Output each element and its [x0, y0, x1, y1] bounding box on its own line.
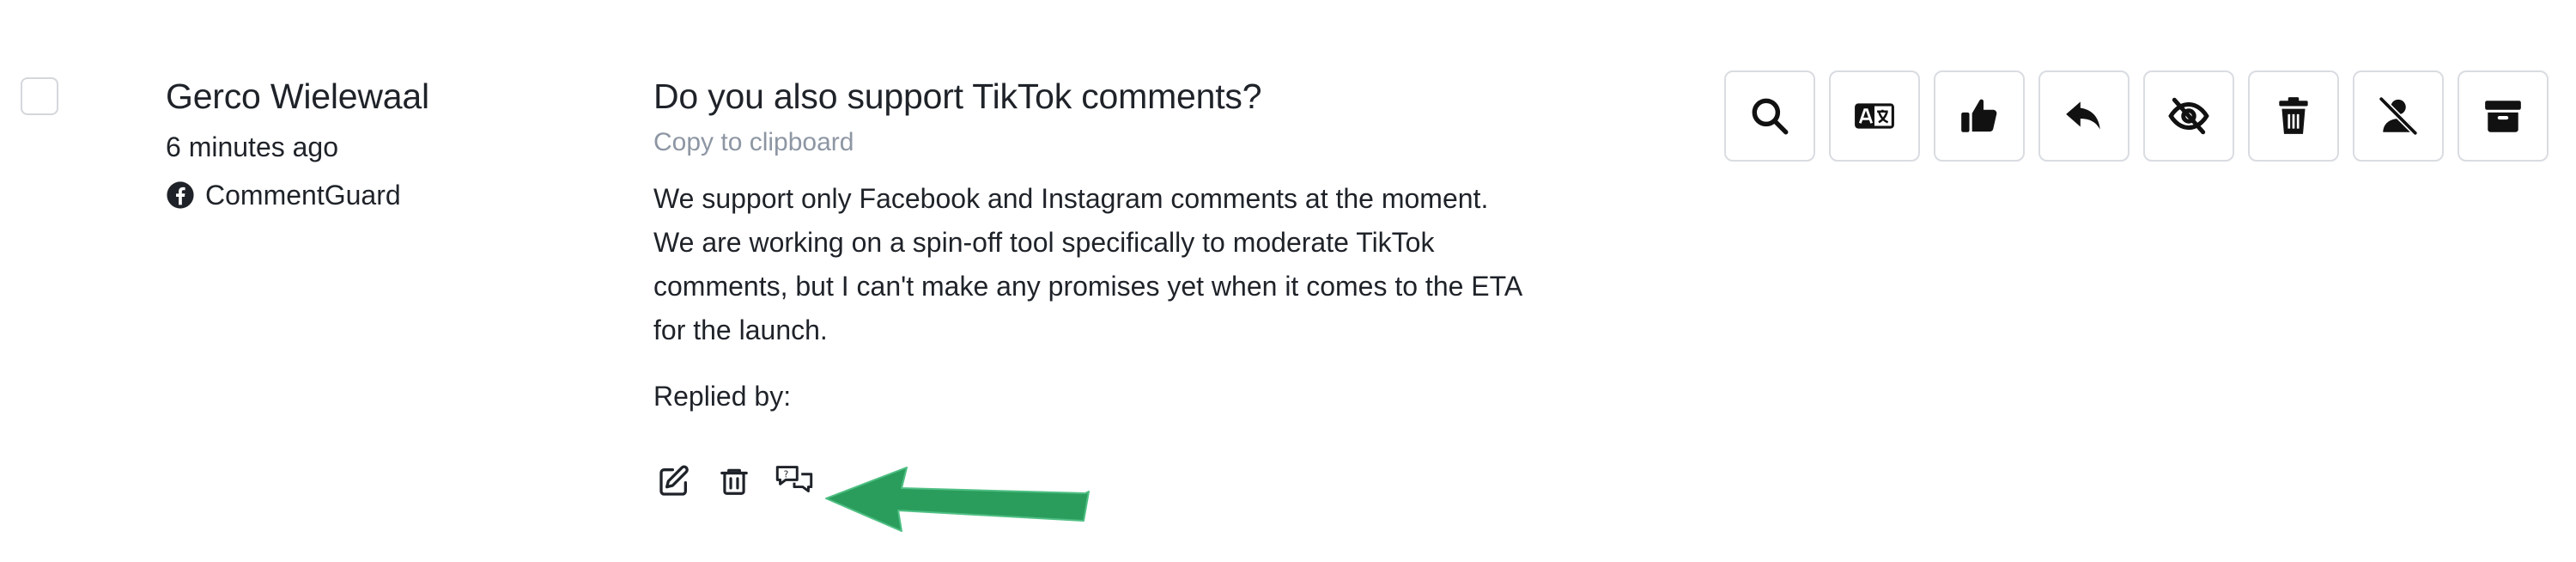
- highlight-arrow: [825, 467, 1090, 532]
- moderation-toolbar: [1724, 70, 2549, 162]
- delete-reply-button[interactable]: [714, 461, 755, 502]
- trash-icon: [720, 468, 748, 495]
- replied-by-label: Replied by:: [653, 381, 792, 412]
- search-button[interactable]: [1724, 70, 1815, 162]
- copy-to-clipboard-link[interactable]: Copy to clipboard: [653, 124, 1555, 162]
- translate-icon: [1855, 103, 1894, 129]
- author-name: Gerco Wielewaal: [166, 76, 429, 116]
- reply-thread-button[interactable]: ?: [774, 461, 815, 502]
- user-slash-icon: [2379, 96, 2418, 136]
- select-checkbox[interactable]: [21, 77, 58, 115]
- delete-button[interactable]: [2248, 70, 2339, 162]
- author-column: Gerco Wielewaal 6 minutes ago CommentGua…: [166, 72, 429, 215]
- thumbs-up-icon: [1961, 99, 1997, 132]
- ban-user-button[interactable]: [2353, 70, 2444, 162]
- comment-text: Do you also support TikTok comments?: [653, 76, 1262, 116]
- reply-button[interactable]: [2038, 70, 2129, 162]
- trash-icon: [2279, 97, 2308, 134]
- source-page-name: CommentGuard: [205, 180, 401, 211]
- reply-line: comments, but I can't make any promises …: [653, 271, 1523, 302]
- comment-source: CommentGuard: [166, 175, 429, 215]
- like-button[interactable]: [1934, 70, 2025, 162]
- edit-icon: [659, 465, 689, 496]
- eye-slash-icon: [2168, 97, 2209, 135]
- reply-line: for the launch.: [653, 315, 828, 345]
- reply-line: We are working on a spin-off tool specif…: [653, 227, 1435, 258]
- reply-line: We support only Facebook and Instagram c…: [653, 183, 1489, 214]
- reply-icon: [2066, 101, 2100, 130]
- reply-text: We support only Facebook and Instagram c…: [653, 177, 1555, 352]
- comment-row: Gerco Wielewaal 6 minutes ago CommentGua…: [0, 0, 2576, 562]
- chat-bubbles-icon: ?: [775, 466, 813, 492]
- comment-content: Do you also support TikTok comments? Cop…: [653, 72, 1555, 418]
- translate-button[interactable]: [1829, 70, 1920, 162]
- comment-timestamp: 6 minutes ago: [166, 131, 339, 162]
- svg-text:?: ?: [784, 468, 789, 480]
- archive-button[interactable]: [2458, 70, 2549, 162]
- facebook-icon: [167, 181, 194, 209]
- edit-reply-button[interactable]: [653, 461, 695, 502]
- reply-actions: ?: [653, 461, 834, 502]
- archive-icon: [2485, 101, 2521, 132]
- hide-button[interactable]: [2143, 70, 2234, 162]
- search-icon: [1752, 98, 1789, 135]
